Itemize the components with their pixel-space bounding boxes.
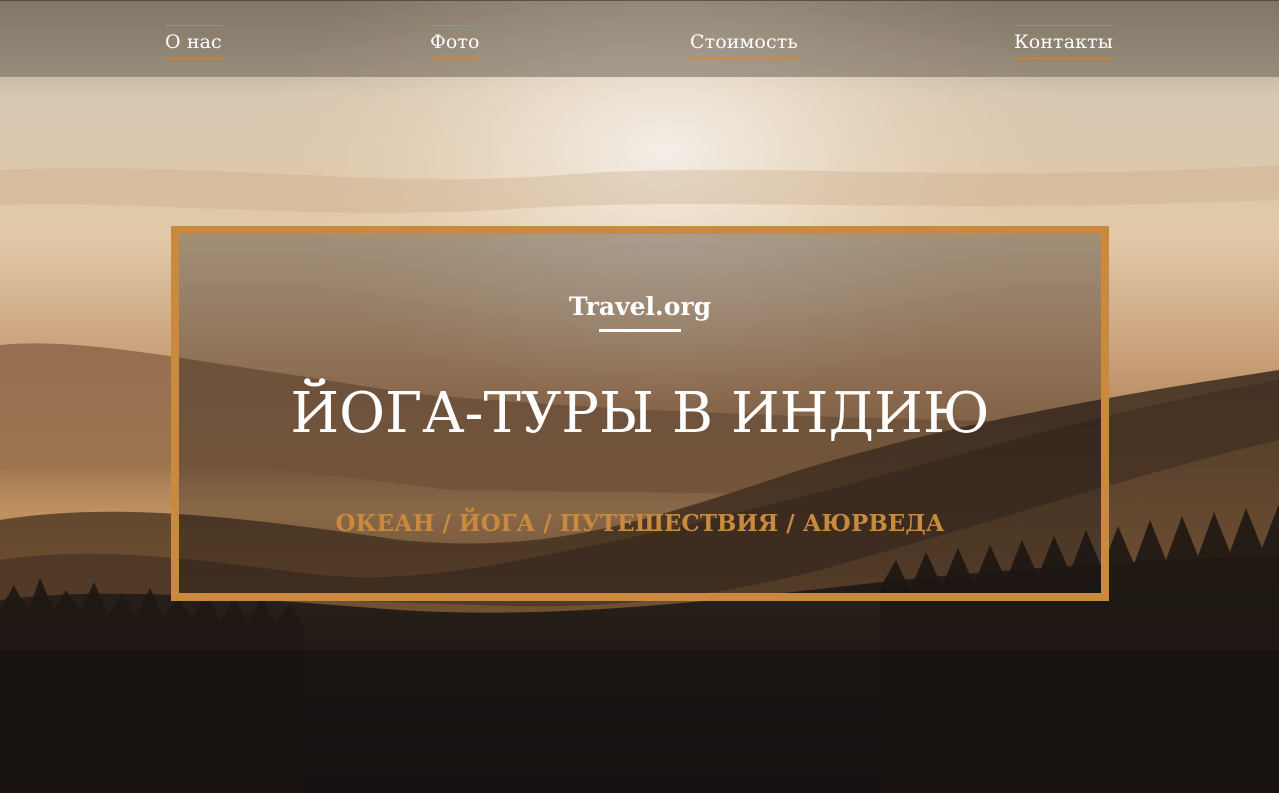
nav-link-contacts[interactable]: Контакты (1014, 25, 1113, 59)
nav-link-pricing[interactable]: Стоимость (690, 25, 798, 59)
site-name: Travel.org (568, 292, 712, 321)
hero-title-frame: Travel.org ЙОГА-ТУРЫ В ИНДИЮ ОКЕАН / ЙОГ… (171, 226, 1109, 601)
top-navigation-bar: О нас Фото Стоимость Контакты (0, 0, 1279, 77)
page-headline: ЙОГА-ТУРЫ В ИНДИЮ (290, 381, 990, 446)
page-tagline: ОКЕАН / ЙОГА / ПУТЕШЕСТВИЯ / АЮРВЕДА (335, 510, 945, 537)
nav-link-about[interactable]: О нас (165, 25, 222, 59)
site-name-underline (599, 329, 681, 332)
nav-link-photo[interactable]: Фото (430, 25, 480, 59)
